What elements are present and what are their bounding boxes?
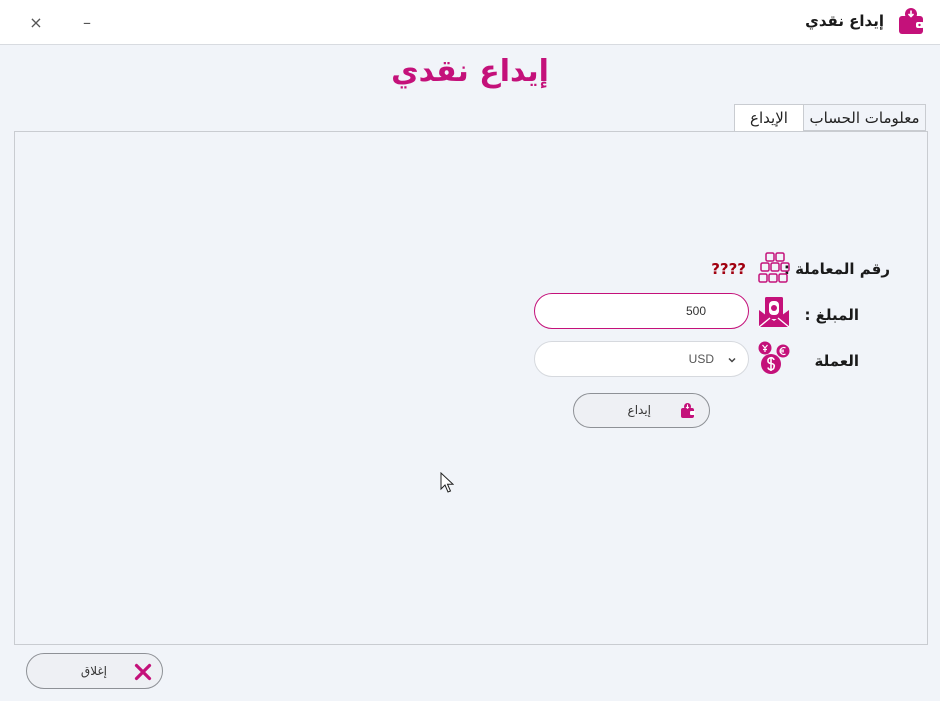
window-minimize-button[interactable]: –	[73, 10, 101, 36]
currency-selected-value: USD	[688, 352, 714, 366]
tab-panel	[14, 131, 928, 645]
amount-label: المبلغ :	[804, 306, 859, 324]
chevron-down-icon	[728, 357, 736, 363]
mouse-pointer-icon	[440, 472, 454, 493]
page-title: إيداع نقدي	[391, 54, 549, 89]
close-button-label: إغلاق	[80, 664, 107, 678]
close-button[interactable]: إغلاق	[26, 653, 163, 689]
window-title: إيداع نقدي	[805, 12, 884, 30]
wallet-download-icon	[899, 8, 924, 34]
title-bar: × – إيداع نقدي	[0, 0, 940, 45]
currency-dropdown[interactable]: USD	[534, 341, 749, 377]
close-x-icon	[134, 663, 152, 681]
deposit-button-label: إيداع	[627, 403, 651, 417]
amount-input[interactable]	[534, 293, 749, 329]
transaction-number-label: رقم المعاملة :	[783, 260, 890, 278]
money-envelope-icon	[758, 297, 790, 328]
window-close-button[interactable]: ×	[22, 10, 50, 36]
transaction-number-value: ????	[711, 260, 746, 278]
tab-deposit[interactable]: الإيداع	[734, 104, 804, 131]
number-blocks-icon	[758, 252, 790, 283]
wallet-download-icon	[681, 403, 695, 418]
tab-account-info[interactable]: معلومات الحساب	[804, 104, 926, 131]
deposit-button[interactable]: إيداع	[573, 393, 710, 428]
currency-label: العملة	[814, 352, 859, 370]
currency-coins-icon	[758, 341, 790, 374]
